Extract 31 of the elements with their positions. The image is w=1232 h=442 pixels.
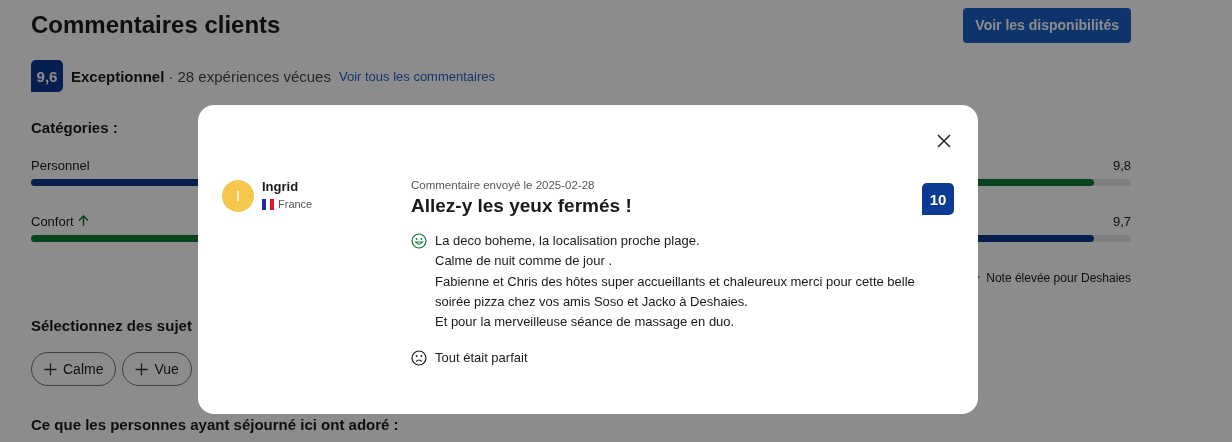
category-label: Personnel xyxy=(31,157,90,173)
page-title: Commentaires clients xyxy=(31,11,281,39)
reviewer-name: Ingrid xyxy=(262,179,300,194)
note-text: Note élevée pour Deshaies xyxy=(986,271,1131,285)
rating-label: Exceptionnel xyxy=(71,67,165,85)
topic-chip[interactable]: Vue xyxy=(122,352,192,386)
up-arrow-icon xyxy=(77,215,89,227)
close-icon xyxy=(937,134,951,148)
availability-button[interactable]: Voir les disponibilités xyxy=(963,7,1131,43)
avatar: I xyxy=(222,180,254,212)
flag-icon xyxy=(262,198,274,210)
all-reviews-link[interactable]: Voir tous les commentaires xyxy=(338,68,496,84)
review-count: · 28 expériences vécues xyxy=(168,67,331,85)
review-title: Allez-y les yeux fermés ! xyxy=(411,195,632,217)
category-score: 9,7 xyxy=(1112,213,1131,229)
review-date: Commentaire envoyé le 2025-02-28 xyxy=(411,179,596,191)
loved-heading: Ce que les personnes ayant séjourné ici ont adoré : xyxy=(31,416,399,433)
topics-heading: Sélectionnez des sujet xyxy=(31,317,192,334)
negative-comment: Tout était parfait xyxy=(435,349,529,368)
reviewer-country: France xyxy=(278,198,313,210)
topic-chip[interactable]: Calme xyxy=(31,352,117,386)
categories-heading: Catégories : xyxy=(31,119,118,136)
plus-icon xyxy=(135,362,149,376)
category-score: 9,8 xyxy=(1112,157,1131,173)
frowning-face-icon xyxy=(411,350,427,367)
review-score-badge: 10 xyxy=(922,183,954,215)
smiling-face-icon xyxy=(411,233,427,249)
score-badge: 9,6 xyxy=(31,60,63,92)
plus-icon xyxy=(44,362,57,376)
category-label: Confort xyxy=(31,213,74,229)
positive-comment: La deco boheme, la localisation proche plage. Calme de nuit comme de jour . Fabienne et Chris des hôtes super accueillants et chaleureux merci pour cette belle soirée pizza chez vos amis Soso et Jacko à Deshaies. Et pour la merveilleuse séance de massage en duo. xyxy=(435,232,916,332)
